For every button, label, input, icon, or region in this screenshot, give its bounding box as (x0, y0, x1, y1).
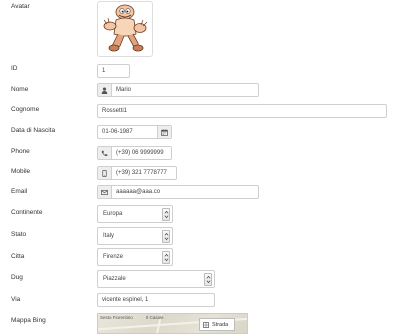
map-layers-icon (200, 321, 212, 328)
chevron-up-down-icon (204, 272, 212, 286)
via-value: vicente espinel, 1 (102, 297, 149, 303)
mobile-value: (+39) 321 7778777 (116, 170, 167, 176)
citta-label: Citta (11, 253, 25, 260)
road-view-button[interactable]: Strada (199, 318, 235, 331)
calendar-icon[interactable] (157, 126, 171, 138)
nome-label: Nome (11, 86, 29, 93)
envelope-icon (98, 186, 112, 198)
id-value: 1 (102, 68, 106, 74)
bing-map[interactable]: Sesto Fiorentino Il Casale Strada (97, 313, 248, 334)
dug-value: Piazzale (103, 276, 126, 282)
road-view-label: Strada (212, 321, 229, 328)
continente-select[interactable]: Europa (97, 205, 173, 223)
phone-label: Phone (11, 148, 30, 155)
email-value: aaaaaa@aaa.co (116, 189, 161, 195)
stato-select[interactable]: Italy (97, 227, 173, 245)
stato-label: Stato (11, 231, 27, 238)
via-label: Via (11, 296, 21, 303)
chevron-up-down-icon (162, 229, 170, 243)
avatar[interactable] (97, 1, 153, 57)
user-icon (98, 84, 112, 96)
mobile-phone-icon (98, 167, 112, 179)
cognome-value: Rossetti1 (102, 108, 128, 114)
chevron-up-down-icon (162, 207, 170, 221)
avatar-label: Avatar (11, 3, 30, 10)
id-input[interactable]: 1 (97, 64, 130, 78)
mobile-label: Mobile (11, 168, 31, 175)
citta-value: Firenze (103, 254, 124, 260)
data-nascita-input[interactable]: 01-06-1987 (97, 125, 172, 139)
dug-label: Dug (11, 274, 23, 281)
id-label: ID (11, 65, 18, 72)
continente-value: Europa (103, 211, 123, 217)
stato-value: Italy (103, 233, 115, 239)
phone-icon (98, 147, 112, 159)
cognome-input[interactable]: Rossetti1 (97, 104, 387, 118)
cognome-label: Cognome (11, 106, 40, 113)
mappa-label: Mappa Bing (11, 317, 46, 324)
email-label: Email (11, 188, 28, 195)
dug-select[interactable]: Piazzale (97, 270, 215, 288)
continente-label: Continente (11, 209, 43, 216)
data-nascita-label: Data di Nascita (11, 127, 56, 134)
avatar-cartoon-image (103, 4, 148, 52)
data-nascita-value: 01-06-1987 (102, 129, 133, 135)
nome-value: Mario (116, 87, 132, 93)
mobile-input[interactable]: (+39) 321 7778777 (97, 166, 177, 180)
phone-value: (+39) 06 9999999 (116, 150, 164, 156)
nome-input[interactable]: Mario (97, 83, 259, 97)
map-place-label: Sesto Fiorentino (100, 315, 133, 320)
via-input[interactable]: vicente espinel, 1 (97, 293, 215, 307)
citta-select[interactable]: Firenze (97, 248, 173, 266)
email-input[interactable]: aaaaaa@aaa.co (97, 185, 259, 199)
chevron-up-down-icon (162, 250, 170, 264)
map-place-label: Il Casale (146, 315, 164, 320)
phone-input[interactable]: (+39) 06 9999999 (97, 146, 172, 160)
